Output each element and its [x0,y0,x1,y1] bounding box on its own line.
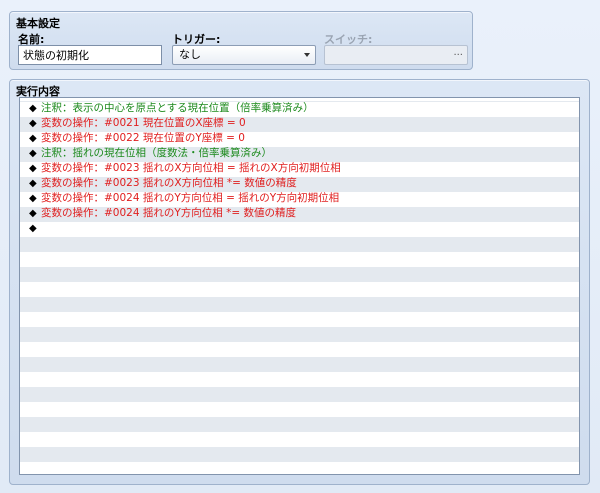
command-marker: ◆ [29,208,37,219]
command-list-rows: ◆ 注釈：表示の中心を原点とする現在位置（倍率乗算済み） ◆ 変数の操作：#0021 … [20,98,579,474]
command-marker: ◆ [29,223,37,234]
basic-settings-title: 基本設定 [16,17,60,30]
trigger-select-value: なし [179,48,201,61]
command-row[interactable]: ◆ 変数の操作：#0023 揺れのX方向位相 *= 数値の精度 [20,176,579,191]
command-marker: ◆ [29,193,37,204]
basic-settings-panel: 基本設定 名前: トリガー: なし スイッチ: ... [9,11,473,70]
command-row[interactable]: ◆ 変数の操作：#0022 現在位置のY座標 = 0 [20,131,579,146]
command-row[interactable]: ◆ 注釈：揺れの現在位相（度数法・倍率乗算済み） [20,146,579,161]
command-marker: ◆ [29,118,37,129]
name-input[interactable] [18,45,162,65]
command-text: 変数の操作：#0021 現在位置のX座標 = 0 [41,117,246,129]
switch-field: ... [324,45,468,65]
command-text: 変数の操作：#0024 揺れのY方向位相 *= 数値の精度 [41,207,296,219]
command-text: 変数の操作：#0023 揺れのX方向位相 *= 数値の精度 [41,177,297,189]
execution-content-panel: 実行内容 ◆ 注釈：表示の中心を原点とする現在位置（倍率乗算済み） ◆ 変数の操作：#… [9,79,590,485]
trigger-select[interactable]: なし [172,45,316,65]
command-marker: ◆ [29,103,37,114]
command-text: 変数の操作：#0023 揺れのX方向位相 = 揺れのX方向初期位相 [41,162,341,174]
command-row[interactable]: ◆ [20,221,579,236]
chevron-down-icon [304,53,310,57]
switch-browse-button: ... [453,47,463,58]
command-text: 変数の操作：#0024 揺れのY方向位相 = 揺れのY方向初期位相 [41,192,340,204]
command-marker: ◆ [29,148,37,159]
command-marker: ◆ [29,178,37,189]
command-row[interactable]: ◆ 変数の操作：#0024 揺れのY方向位相 = 揺れのY方向初期位相 [20,191,579,206]
command-row[interactable]: ◆ 変数の操作：#0023 揺れのX方向位相 = 揺れのX方向初期位相 [20,161,579,176]
command-row[interactable]: ◆ 変数の操作：#0024 揺れのY方向位相 *= 数値の精度 [20,206,579,221]
command-row[interactable]: ◆ 変数の操作：#0021 現在位置のX座標 = 0 [20,116,579,131]
command-row[interactable]: ◆ 注釈：表示の中心を原点とする現在位置（倍率乗算済み） [20,101,579,116]
command-marker: ◆ [29,163,37,174]
command-marker: ◆ [29,133,37,144]
command-text: 注釈：表示の中心を原点とする現在位置（倍率乗算済み） [41,102,314,114]
command-text: 注釈：揺れの現在位相（度数法・倍率乗算済み） [41,147,272,159]
command-text: 変数の操作：#0022 現在位置のY座標 = 0 [41,132,245,144]
command-list[interactable]: ◆ 注釈：表示の中心を原点とする現在位置（倍率乗算済み） ◆ 変数の操作：#0021 … [19,97,580,475]
